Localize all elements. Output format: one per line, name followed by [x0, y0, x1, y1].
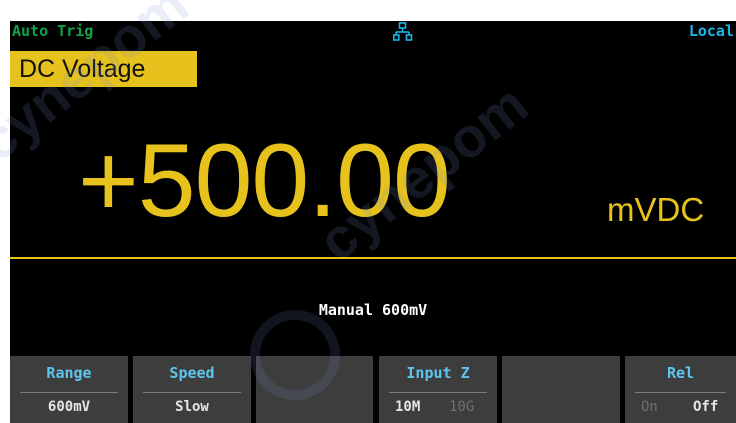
display-divider — [10, 257, 736, 259]
range-softkey-title: Range — [46, 364, 92, 382]
rel-option-on: On — [641, 399, 658, 415]
rel-option-off: Off — [693, 399, 719, 415]
main-reading: +500.00 — [78, 123, 451, 239]
reading-unit: mVDC — [607, 191, 705, 228]
dmm-screen: Auto Trig Local DC Voltage +500.00 mVDC … — [10, 21, 736, 423]
trigger-mode-status: Auto Trig — [12, 22, 94, 40]
range-softkey-value: 600mV — [47, 399, 91, 415]
rel-softkey-title: Rel — [666, 364, 695, 382]
empty-softkey-1[interactable] — [256, 356, 373, 423]
range-softkey[interactable]: Range 600mV — [10, 356, 128, 423]
remote-state-status: Local — [688, 22, 734, 40]
network-icon — [393, 22, 413, 41]
input-z-softkey-title: Input Z — [406, 364, 470, 382]
range-status-text: Manual 600mV — [318, 301, 428, 319]
input-z-softkey[interactable]: Input Z 10M 10G — [379, 356, 497, 423]
speed-softkey-value: Slow — [175, 399, 209, 415]
input-z-option-10m: 10M — [395, 399, 421, 415]
empty-softkey-2[interactable] — [502, 356, 620, 423]
softkey-separator — [635, 392, 726, 393]
softkey-separator — [389, 392, 487, 393]
rel-softkey[interactable]: Rel On Off — [625, 356, 736, 423]
function-label: DC Voltage — [10, 51, 197, 87]
speed-softkey-title: Speed — [169, 364, 215, 382]
input-z-option-10g: 10G — [449, 399, 475, 415]
softkey-separator — [20, 392, 118, 393]
speed-softkey[interactable]: Speed Slow — [133, 356, 251, 423]
softkey-separator — [143, 392, 241, 393]
